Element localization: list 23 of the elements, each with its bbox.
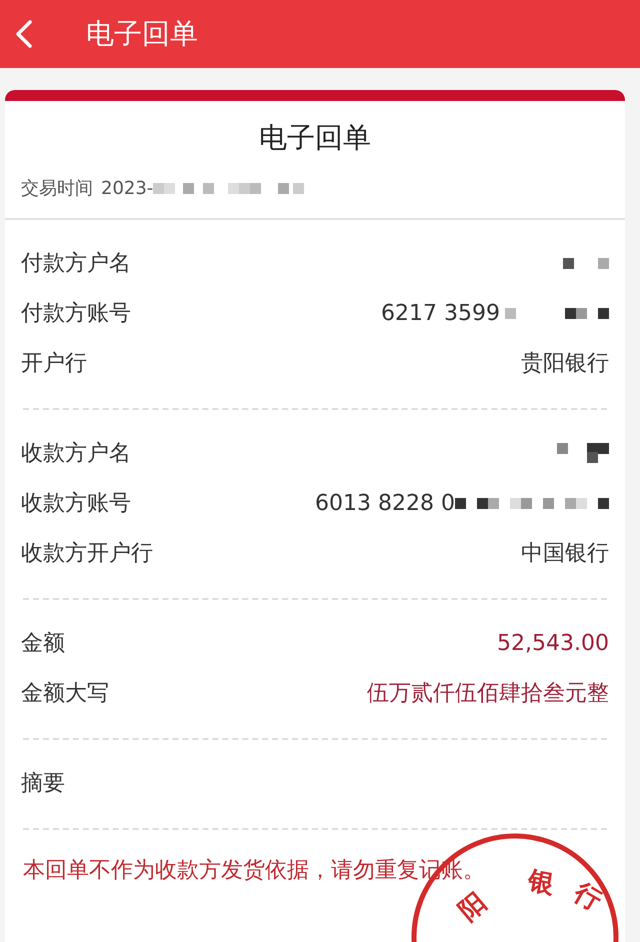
field-label: 摘要 (21, 770, 65, 798)
stamp-character: 银 (526, 868, 556, 898)
field-label: 付款方户名 (21, 250, 131, 278)
field-label: 金额 (21, 630, 65, 658)
field-value: 贵阳银行 (521, 350, 609, 378)
page-title: 电子回单 (86, 16, 198, 52)
field-value: 6217 3599 (381, 300, 500, 328)
field-value: 6013 8228 0 (315, 490, 455, 518)
field-label: 开户行 (21, 350, 87, 378)
stamp-character: 行 (570, 879, 606, 915)
receipt-title: 电子回单 (258, 120, 372, 156)
field-label: 收款方户名 (21, 440, 131, 468)
field-value: 中国银行 (521, 540, 609, 568)
field-label: 付款方账号 (21, 300, 131, 328)
field-label: 收款方账号 (21, 490, 131, 518)
field-label: 收款方开户行 (21, 540, 153, 568)
field-value: 52,543.00 (497, 630, 609, 658)
time-value: 2023- (101, 177, 154, 201)
field-label: 金额大写 (21, 680, 109, 708)
field-value: 伍万贰仟伍佰肆拾叁元整 (367, 680, 609, 708)
stamp-character: 阳 (454, 888, 492, 926)
time-label: 交易时间 (21, 177, 93, 201)
back-icon[interactable] (14, 19, 34, 49)
